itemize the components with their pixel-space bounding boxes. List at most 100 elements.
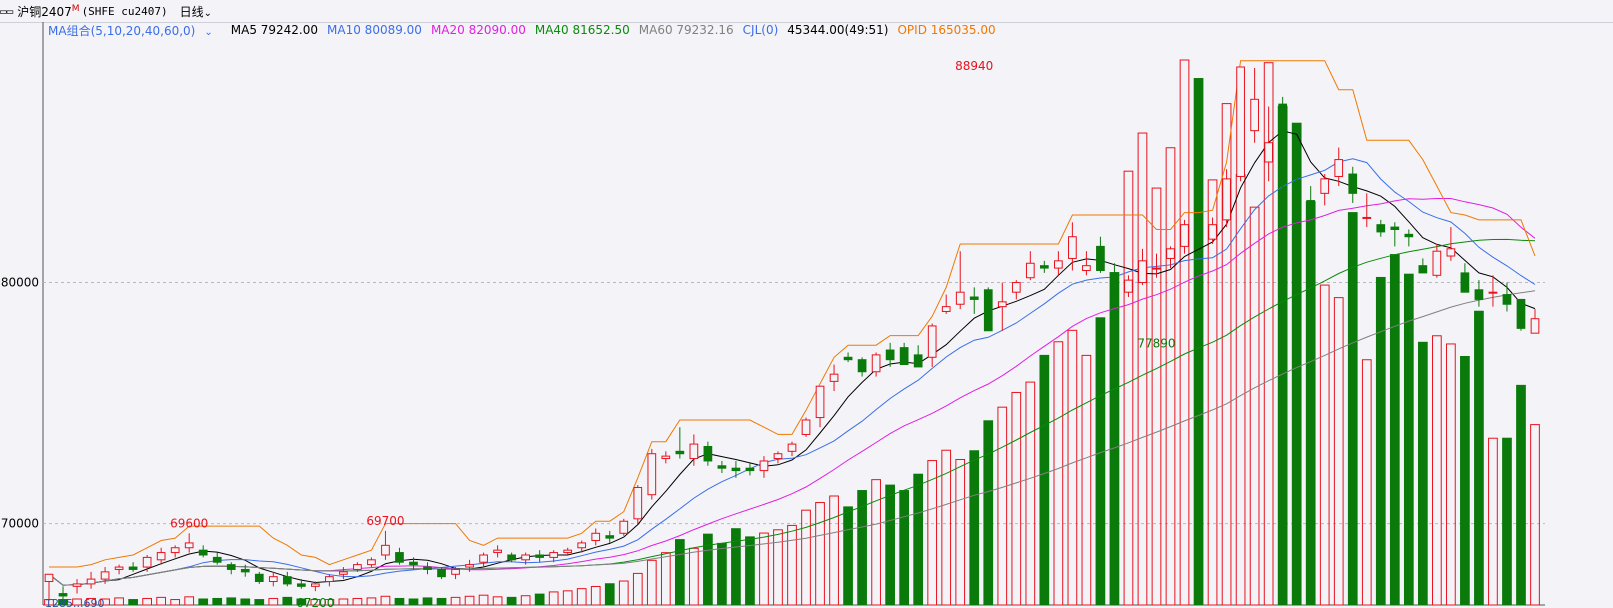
candle[interactable]: [997, 282, 1007, 331]
candle[interactable]: [731, 460, 741, 478]
candle[interactable]: [1460, 263, 1470, 293]
candle[interactable]: [1082, 251, 1091, 276]
candle[interactable]: [913, 345, 923, 368]
candle[interactable]: [675, 427, 685, 459]
volume-bar: [604, 583, 615, 606]
candle[interactable]: [226, 562, 236, 575]
candle[interactable]: [1039, 260, 1049, 273]
candle[interactable]: [1432, 243, 1442, 278]
candle[interactable]: [535, 550, 545, 563]
candle[interactable]: [773, 451, 783, 464]
candle[interactable]: [647, 448, 657, 500]
candle[interactable]: [1530, 309, 1540, 334]
candle[interactable]: [1054, 251, 1063, 276]
candle[interactable]: [1110, 263, 1119, 295]
candle[interactable]: [184, 533, 194, 553]
candle[interactable]: [1222, 169, 1231, 228]
candle[interactable]: [1025, 251, 1035, 281]
candle[interactable]: [212, 552, 222, 565]
candle[interactable]: [395, 547, 404, 565]
candle[interactable]: [759, 456, 769, 478]
candle[interactable]: [1011, 280, 1021, 300]
candle[interactable]: [1236, 66, 1245, 182]
candle[interactable]: [1306, 186, 1316, 208]
candle[interactable]: [86, 571, 96, 589]
candle[interactable]: [423, 562, 432, 575]
candle[interactable]: [717, 460, 727, 474]
candle[interactable]: [142, 554, 152, 572]
volume-bar: [1375, 276, 1386, 606]
candle[interactable]: [703, 441, 713, 466]
candle[interactable]: [1376, 219, 1386, 237]
candle[interactable]: [1348, 166, 1358, 203]
candle[interactable]: [1124, 275, 1133, 298]
candle[interactable]: [591, 528, 601, 546]
candle[interactable]: [633, 485, 643, 524]
candle[interactable]: [787, 441, 797, 457]
candle[interactable]: [72, 579, 82, 594]
period-dropdown[interactable]: 日线⌄: [180, 3, 212, 20]
candle[interactable]: [1474, 280, 1484, 307]
candle[interactable]: [969, 287, 979, 314]
candle[interactable]: [815, 385, 825, 428]
candle[interactable]: [843, 352, 853, 363]
candle[interactable]: [1068, 222, 1077, 271]
candle[interactable]: [1180, 219, 1189, 254]
candle[interactable]: [899, 342, 909, 366]
candle[interactable]: [325, 574, 334, 587]
candle[interactable]: [1264, 106, 1273, 182]
candle[interactable]: [1418, 258, 1428, 274]
candle[interactable]: [927, 323, 937, 367]
candle-body: [983, 289, 993, 332]
volume-bar: [632, 572, 643, 606]
volume-bar: [731, 528, 741, 606]
candle[interactable]: [1502, 282, 1512, 312]
candle[interactable]: [661, 451, 671, 464]
candle[interactable]: [983, 287, 993, 332]
volume-bar: [212, 597, 223, 606]
candle[interactable]: [619, 518, 629, 536]
candle-body: [226, 564, 236, 570]
menu-icon[interactable]: ▭▭: [0, 5, 13, 18]
candle[interactable]: [1138, 248, 1147, 285]
candle[interactable]: [479, 552, 488, 568]
candle[interactable]: [801, 417, 811, 437]
candle[interactable]: [745, 463, 755, 476]
candle[interactable]: [941, 294, 951, 314]
candle[interactable]: [170, 545, 180, 558]
candle[interactable]: [1404, 229, 1414, 247]
candle[interactable]: [268, 571, 278, 587]
volume-bar: [1235, 173, 1246, 606]
candle[interactable]: [1320, 174, 1330, 206]
candle[interactable]: [493, 545, 502, 558]
candle[interactable]: [381, 530, 390, 560]
candle[interactable]: [1250, 67, 1259, 143]
candle[interactable]: [1096, 236, 1105, 273]
candle-body: [647, 453, 657, 496]
candle[interactable]: [254, 571, 264, 584]
price-chart[interactable]: 80000 70000 69600 69700 88940 67200 77890 1285.…: [0, 22, 1613, 608]
candle[interactable]: [689, 434, 699, 466]
candle[interactable]: [1516, 298, 1526, 331]
symbol-name[interactable]: 沪铜2407M: [17, 3, 79, 20]
candle[interactable]: [605, 530, 615, 543]
volume-bar: [1151, 187, 1162, 606]
candle[interactable]: [311, 581, 320, 592]
candle[interactable]: [367, 557, 376, 568]
candle[interactable]: [1390, 222, 1400, 247]
candle[interactable]: [114, 564, 124, 575]
candle[interactable]: [1488, 275, 1498, 307]
candle[interactable]: [871, 352, 881, 377]
candle[interactable]: [857, 357, 867, 377]
volume-bar: [142, 597, 152, 606]
candle[interactable]: [282, 571, 292, 587]
volume-bar: [1193, 78, 1204, 606]
candle[interactable]: [955, 251, 965, 310]
candle[interactable]: [339, 567, 348, 580]
candle[interactable]: [1208, 217, 1217, 244]
candle[interactable]: [829, 364, 839, 392]
candle[interactable]: [128, 562, 138, 572]
candle[interactable]: [198, 545, 208, 558]
candle[interactable]: [156, 547, 166, 565]
candle[interactable]: [1362, 193, 1372, 228]
